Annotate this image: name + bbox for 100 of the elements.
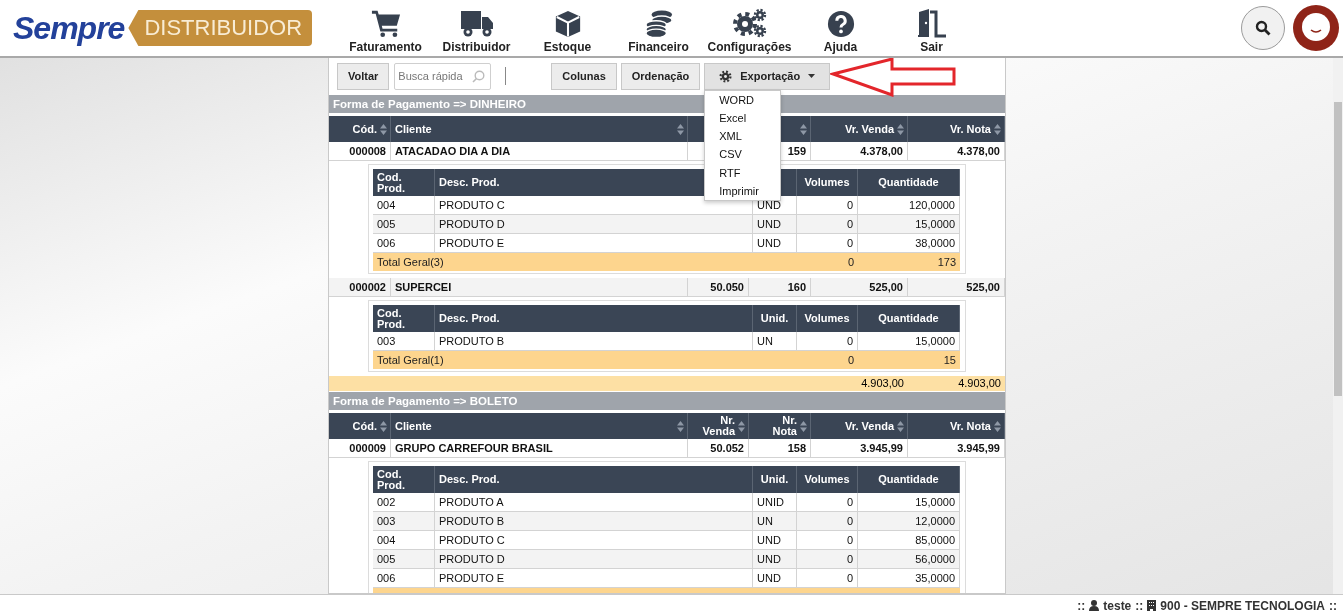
sort-icon[interactable] xyxy=(800,420,807,432)
table-cell: UN xyxy=(753,512,797,531)
column-label[interactable]: Cód. xyxy=(352,420,377,432)
table-cell: PRODUTO D xyxy=(435,215,753,234)
menu-item[interactable]: RTF xyxy=(705,163,781,182)
building-icon xyxy=(1147,600,1157,611)
column-label[interactable]: Desc. Prod. xyxy=(439,177,500,188)
product-tag: DISTRIBUIDOR xyxy=(128,10,313,46)
total-volumes: 0 xyxy=(847,256,854,268)
total-value: 4.903,00 xyxy=(861,377,904,389)
nav-item[interactable]: Ajuda xyxy=(795,2,886,54)
table-cell: 50.050 xyxy=(688,278,749,297)
nav-item[interactable]: Configurações xyxy=(704,2,795,54)
sort-icon[interactable] xyxy=(380,123,387,135)
search-button[interactable] xyxy=(1241,6,1285,50)
column-label[interactable]: Nr. Venda xyxy=(702,415,735,437)
sort-icon[interactable] xyxy=(994,420,1001,432)
column-label[interactable]: Volumes xyxy=(804,474,850,485)
table-cell: 525,00 xyxy=(811,278,908,297)
table-cell: 12,0000 xyxy=(858,512,960,531)
table-cell: 4.378,00 xyxy=(811,142,908,161)
table-cell: 50.052 xyxy=(688,439,749,458)
sort-icon[interactable] xyxy=(677,123,684,135)
search-field[interactable]: Busca rápida xyxy=(394,62,492,90)
search-icon xyxy=(472,69,486,83)
truck-icon xyxy=(459,8,494,38)
column-label[interactable]: Cód. xyxy=(352,123,377,135)
back-button[interactable]: Voltar xyxy=(337,62,390,90)
search-icon xyxy=(1255,20,1271,36)
scrollbar-thumb[interactable] xyxy=(1334,102,1342,396)
column-label[interactable]: Cod. Prod. xyxy=(377,307,406,330)
table-cell: 000002 xyxy=(329,278,391,297)
table-cell: 005 xyxy=(373,550,435,569)
gear-icon xyxy=(719,69,733,83)
table-cell: UND xyxy=(753,550,797,569)
column-label[interactable]: Unid. xyxy=(760,313,789,324)
nav-item[interactable]: Financeiro xyxy=(613,2,704,54)
table-cell: 56,0000 xyxy=(858,550,960,569)
table-cell: 3.945,99 xyxy=(908,439,1005,458)
column-label[interactable]: Vr. Venda xyxy=(845,420,894,432)
sort-icon[interactable] xyxy=(677,420,684,432)
column-label[interactable]: Cod. Prod. xyxy=(377,171,406,194)
column-label[interactable]: Cod. Prod. xyxy=(377,468,406,491)
total-value: 4.903,00 xyxy=(958,377,1001,389)
sort-icon[interactable] xyxy=(380,420,387,432)
sort-icon[interactable] xyxy=(897,123,904,135)
sort-icon[interactable] xyxy=(738,420,745,432)
column-label[interactable]: Vr. Nota xyxy=(950,420,991,432)
help-icon xyxy=(826,10,855,38)
menu-item[interactable]: WORD xyxy=(705,90,781,109)
gears-icon xyxy=(732,8,767,38)
door-icon xyxy=(915,8,948,38)
table-cell: 0 xyxy=(797,550,858,569)
table-cell: 003 xyxy=(373,512,435,531)
column-label[interactable]: Volumes xyxy=(804,177,850,188)
nav-item[interactable]: Estoque xyxy=(522,2,613,54)
table-cell: 005 xyxy=(373,215,435,234)
group-title: Forma de Pagamento => BOLETO xyxy=(329,392,1005,410)
column-label[interactable]: Unid. xyxy=(760,474,789,485)
sort-icon[interactable] xyxy=(897,420,904,432)
table-cell: 160 xyxy=(749,278,811,297)
export-button[interactable]: Exportação xyxy=(704,62,831,90)
nav-item[interactable]: Distribuidor xyxy=(431,2,522,54)
column-label[interactable]: Desc. Prod. xyxy=(439,313,500,324)
caret-icon xyxy=(808,74,816,78)
column-label[interactable]: Vr. Venda xyxy=(845,123,894,135)
nav-item[interactable]: Sair xyxy=(886,2,977,54)
table-cell: 0 xyxy=(797,512,858,531)
table-cell: 000009 xyxy=(329,439,391,458)
total-label: Total Geral(1) xyxy=(377,354,444,366)
cart-icon xyxy=(370,8,401,38)
column-label[interactable]: Quantidade xyxy=(878,474,939,485)
nav-item[interactable]: Faturamento xyxy=(340,2,431,54)
table-cell: PRODUTO B xyxy=(435,512,753,531)
column-label[interactable]: Quantidade xyxy=(878,177,939,188)
avatar-icon[interactable] xyxy=(1293,5,1339,51)
sort-icon[interactable] xyxy=(994,123,1001,135)
column-label[interactable]: Desc. Prod. xyxy=(439,474,500,485)
menu-item[interactable]: Excel xyxy=(705,108,781,128)
total-quantity: 173 xyxy=(937,256,956,268)
user-name: teste xyxy=(1103,598,1132,613)
toolbar-button[interactable]: Colunas xyxy=(551,62,617,90)
table-cell: 0 xyxy=(797,215,858,234)
table-cell: 525,00 xyxy=(908,278,1005,297)
coins-icon xyxy=(643,10,674,38)
box-icon xyxy=(553,10,582,38)
table-cell: UND xyxy=(753,215,797,234)
column-label[interactable]: Volumes xyxy=(804,313,850,324)
column-label[interactable]: Cliente xyxy=(395,123,432,135)
column-label[interactable]: Quantidade xyxy=(878,313,939,324)
table-cell: ATACADAO DIA A DIA xyxy=(391,142,688,161)
separator: :: xyxy=(1135,598,1144,613)
user-icon xyxy=(1089,600,1100,611)
column-label[interactable]: Nr. Nota xyxy=(772,415,797,437)
toolbar-button[interactable]: Ordenação xyxy=(620,62,701,90)
table-cell: PRODUTO D xyxy=(435,550,753,569)
table-cell: 158 xyxy=(749,439,811,458)
sort-icon[interactable] xyxy=(800,123,807,135)
column-label[interactable]: Vr. Nota xyxy=(950,123,991,135)
column-label[interactable]: Cliente xyxy=(395,420,432,432)
